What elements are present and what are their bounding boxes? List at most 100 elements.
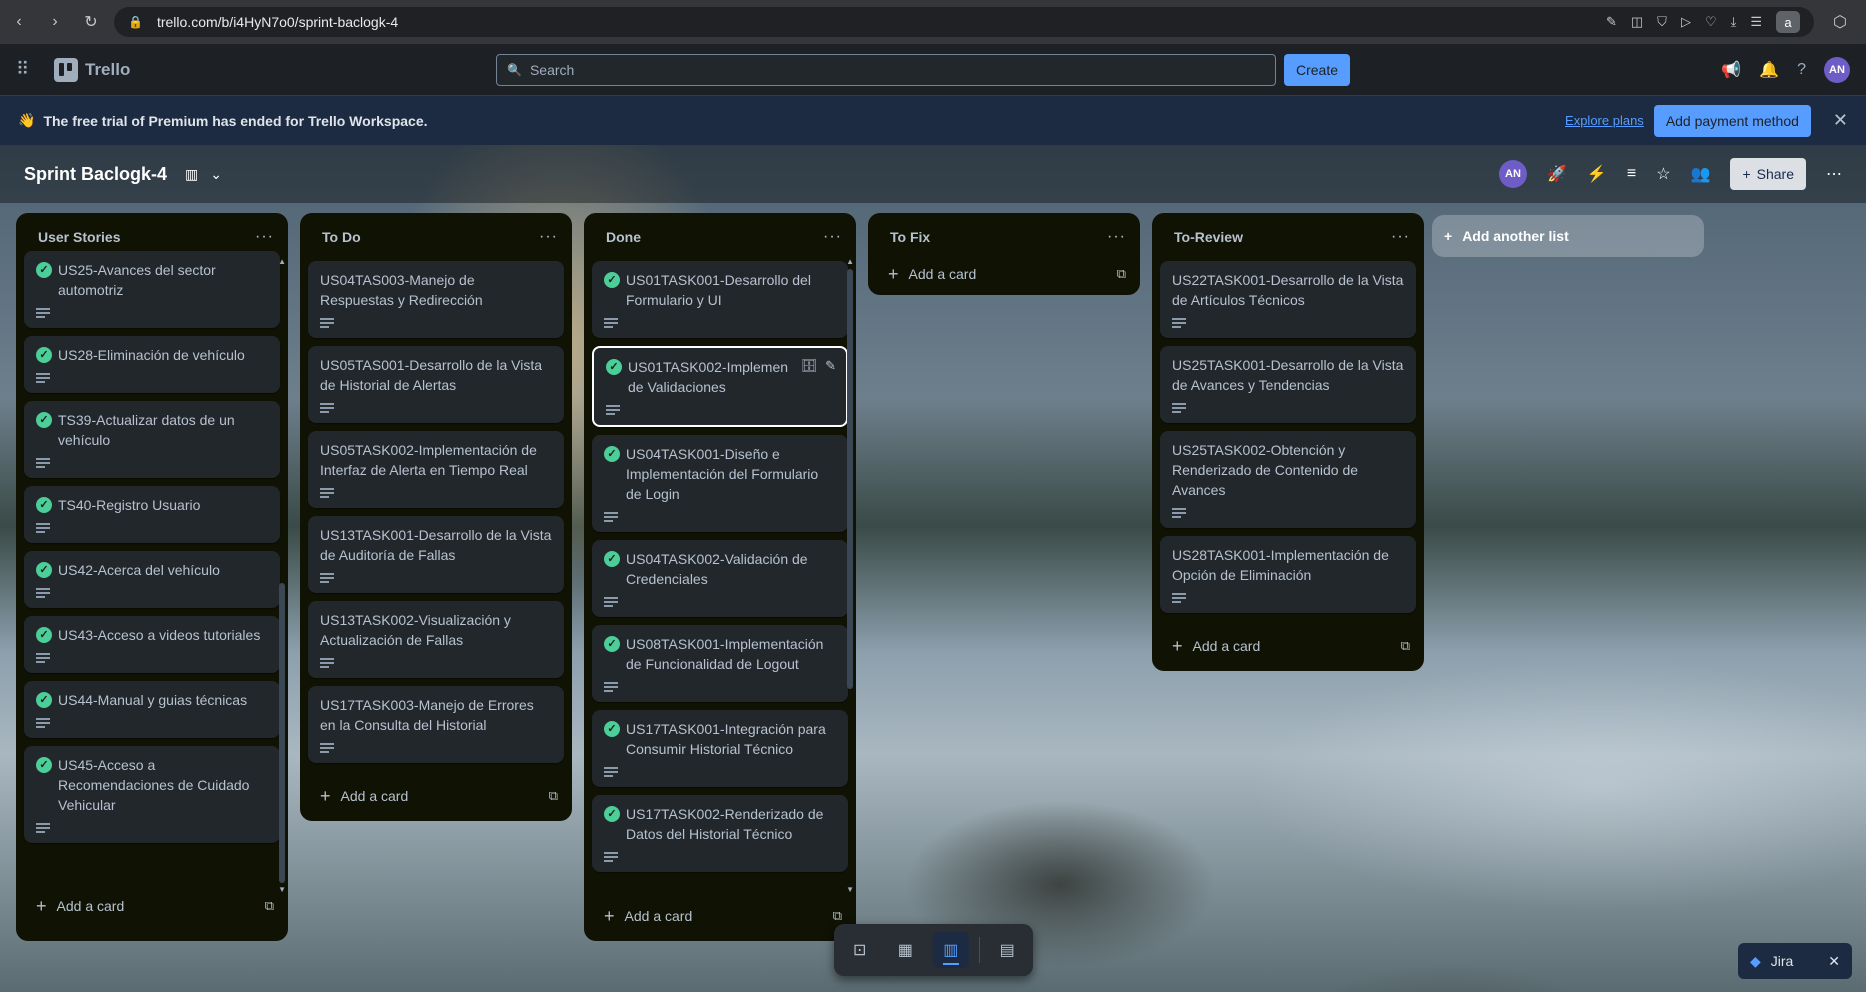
list-menu-icon[interactable]: ··· bbox=[1107, 228, 1126, 246]
template-icon[interactable]: ⧉ bbox=[265, 898, 274, 914]
card[interactable]: US04TAS003-Manejo de Respuestas y Redire… bbox=[308, 261, 564, 338]
card[interactable]: US25TASK002-Obtención y Renderizado de C… bbox=[1160, 431, 1416, 528]
card[interactable]: ✓ TS39-Actualizar datos de un vehículo bbox=[24, 401, 280, 478]
add-card-button[interactable]: + Add a card bbox=[320, 786, 408, 807]
card[interactable]: ✓ US01TASK001-Desarrollo del Formulario y… bbox=[592, 261, 848, 338]
card[interactable]: ✓ US04TASK002-Validación de Credenciales bbox=[592, 540, 848, 617]
list-menu-icon[interactable]: ··· bbox=[823, 228, 842, 246]
done-check-icon[interactable]: ✓ bbox=[606, 359, 622, 375]
done-check-icon[interactable]: ✓ bbox=[604, 636, 620, 652]
board-title[interactable]: Sprint Baclogk-4 bbox=[24, 164, 167, 185]
list-title[interactable]: To-Review bbox=[1174, 229, 1243, 245]
star-icon[interactable]: ☆ bbox=[1656, 164, 1670, 184]
card[interactable]: ✓ US45-Acceso a Recomendaciones de Cuidad… bbox=[24, 746, 280, 843]
add-list-button[interactable]: + Add another list bbox=[1432, 215, 1704, 257]
card[interactable]: US05TASK002-Implementación de Interfaz d… bbox=[308, 431, 564, 508]
search-input[interactable]: 🔍 Search bbox=[496, 54, 1276, 86]
calendar-icon[interactable]: ▦ bbox=[888, 932, 924, 968]
card[interactable]: ✓ US08TASK001-Implementación de Funcional… bbox=[592, 625, 848, 702]
inbox-icon[interactable]: ⊡ bbox=[842, 932, 878, 968]
add-card-button[interactable]: + Add a card bbox=[36, 896, 124, 917]
card[interactable]: ✓ US04TASK001-Diseño e Implementación del… bbox=[592, 435, 848, 532]
done-check-icon[interactable]: ✓ bbox=[36, 692, 52, 708]
filter-icon[interactable]: ≡ bbox=[1627, 165, 1636, 183]
list-menu-icon[interactable]: ··· bbox=[1391, 228, 1410, 246]
extension-icon[interactable]: ⬡ bbox=[1828, 10, 1852, 34]
done-check-icon[interactable]: ✓ bbox=[36, 497, 52, 513]
address-bar[interactable]: 🔒 trello.com/b/i4HyN7o0/sprint-baclogk-4… bbox=[114, 7, 1814, 37]
forward-icon[interactable]: › bbox=[46, 13, 64, 31]
create-button[interactable]: Create bbox=[1284, 54, 1351, 86]
help-icon[interactable]: ? bbox=[1797, 61, 1806, 79]
done-check-icon[interactable]: ✓ bbox=[36, 347, 52, 363]
shield-icon[interactable]: ⛉ bbox=[1657, 14, 1667, 30]
done-check-icon[interactable]: ✓ bbox=[36, 627, 52, 643]
board-view-switcher[interactable]: ▥ ⌄ bbox=[185, 166, 222, 183]
member-avatar[interactable]: AN bbox=[1499, 160, 1527, 188]
done-check-icon[interactable]: ✓ bbox=[36, 262, 52, 278]
camera-icon[interactable]: ◫ bbox=[1631, 14, 1643, 30]
download-icon[interactable]: ⤓ bbox=[1731, 14, 1737, 30]
list-title[interactable]: To Fix bbox=[890, 229, 930, 245]
list-title[interactable]: To Do bbox=[322, 229, 361, 245]
powerups-icon[interactable]: 🚀 bbox=[1547, 164, 1567, 184]
visibility-icon[interactable]: 👥 bbox=[1691, 164, 1711, 184]
list-menu-icon[interactable]: ··· bbox=[539, 228, 558, 246]
card[interactable]: ✓ TS40-Registro Usuario bbox=[24, 486, 280, 543]
card[interactable]: US05TAS001-Desarrollo de la Vista de His… bbox=[308, 346, 564, 423]
scroll-down-icon[interactable]: ▼ bbox=[278, 885, 286, 894]
template-icon[interactable]: ⧉ bbox=[1401, 638, 1410, 654]
scroll-up-icon[interactable]: ▲ bbox=[278, 257, 286, 266]
done-check-icon[interactable]: ✓ bbox=[604, 446, 620, 462]
app-switcher-icon[interactable]: ⠿ bbox=[16, 59, 40, 80]
card[interactable]: US13TASK001-Desarrollo de la Vista de Au… bbox=[308, 516, 564, 593]
close-icon[interactable]: ✕ bbox=[1833, 110, 1848, 131]
add-card-button[interactable]: + Add a card bbox=[1172, 636, 1260, 657]
heart-icon[interactable]: ♡ bbox=[1705, 14, 1717, 30]
card[interactable]: ✓ US42-Acerca del vehículo bbox=[24, 551, 280, 608]
megaphone-icon[interactable]: 📢 bbox=[1721, 60, 1741, 80]
done-check-icon[interactable]: ✓ bbox=[36, 562, 52, 578]
card-hovered[interactable]: ✓ US01TASK002-Implemen de Validaciones 🗄 ✎ bbox=[592, 346, 848, 427]
list-title[interactable]: User Stories bbox=[38, 229, 120, 245]
list-scrollbar[interactable] bbox=[847, 269, 853, 689]
explore-plans-link[interactable]: Explore plans bbox=[1565, 113, 1644, 128]
card[interactable]: ✓ US43-Acceso a videos tutoriales bbox=[24, 616, 280, 673]
archive-icon[interactable]: 🗄 bbox=[801, 356, 818, 376]
card[interactable]: ✓ US17TASK002-Renderizado de Datos del Hi… bbox=[592, 795, 848, 872]
done-check-icon[interactable]: ✓ bbox=[604, 272, 620, 288]
list-title[interactable]: Done bbox=[606, 229, 641, 245]
template-icon[interactable]: ⧉ bbox=[549, 788, 558, 804]
scroll-up-icon[interactable]: ▲ bbox=[846, 257, 854, 266]
card[interactable]: ✓ US28-Eliminación de vehículo bbox=[24, 336, 280, 393]
add-card-button[interactable]: + Add a card bbox=[604, 906, 692, 927]
template-icon[interactable]: ⧉ bbox=[1117, 266, 1126, 282]
add-card-button[interactable]: + Add a card bbox=[888, 264, 976, 285]
scroll-down-icon[interactable]: ▼ bbox=[846, 885, 854, 894]
play-icon[interactable]: ▷ bbox=[1681, 14, 1691, 30]
add-payment-button[interactable]: Add payment method bbox=[1653, 104, 1811, 137]
more-icon[interactable]: ⋯ bbox=[1826, 164, 1842, 184]
template-icon[interactable]: ⧉ bbox=[833, 908, 842, 924]
done-check-icon[interactable]: ✓ bbox=[604, 721, 620, 737]
done-check-icon[interactable]: ✓ bbox=[36, 412, 52, 428]
jira-chip[interactable]: ◆ Jira ✕ bbox=[1738, 943, 1852, 979]
account-avatar[interactable]: AN bbox=[1824, 56, 1850, 83]
board-icon[interactable]: ▥ bbox=[933, 932, 969, 968]
switch-boards-icon[interactable]: ▤ bbox=[989, 932, 1025, 968]
bell-icon[interactable]: 🔔 bbox=[1759, 60, 1779, 80]
edit-card-icon[interactable]: ✎ bbox=[825, 356, 836, 376]
card[interactable]: ✓ US17TASK001-Integración para Consumir H… bbox=[592, 710, 848, 787]
done-check-icon[interactable]: ✓ bbox=[604, 806, 620, 822]
close-icon[interactable]: ✕ bbox=[1828, 953, 1840, 970]
list-scrollbar[interactable] bbox=[279, 583, 285, 883]
card[interactable]: ✓ US44-Manual y guias técnicas bbox=[24, 681, 280, 738]
card[interactable]: US25TASK001-Desarrollo de la Vista de Av… bbox=[1160, 346, 1416, 423]
share-button[interactable]: + Share bbox=[1730, 158, 1806, 190]
card[interactable]: US22TASK001-Desarrollo de la Vista de Ar… bbox=[1160, 261, 1416, 338]
edit-icon[interactable]: ✎ bbox=[1606, 14, 1617, 30]
card[interactable]: US28TASK001-Implementación de Opción de … bbox=[1160, 536, 1416, 613]
card[interactable]: US17TASK003-Manejo de Errores en la Cons… bbox=[308, 686, 564, 763]
done-check-icon[interactable]: ✓ bbox=[604, 551, 620, 567]
done-check-icon[interactable]: ✓ bbox=[36, 757, 52, 773]
